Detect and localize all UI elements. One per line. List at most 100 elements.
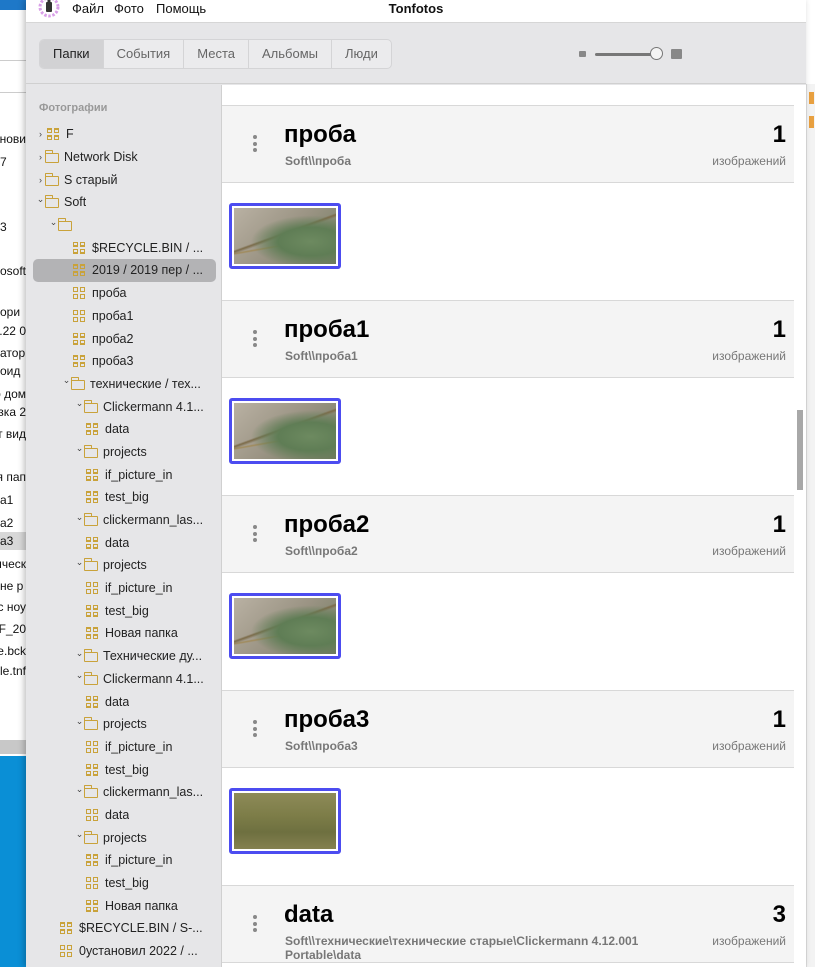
chevron-down-icon[interactable]: ⌄ <box>75 829 84 840</box>
slider-handle[interactable] <box>650 47 663 60</box>
tree-item[interactable]: data <box>33 804 216 827</box>
tree-item[interactable]: ⌄ projects <box>33 826 216 849</box>
tree-item[interactable]: if_picture_in <box>33 849 216 872</box>
app-window: Файл Фото Помощь Tonfotos Папки События … <box>26 0 806 967</box>
chevron-down-icon[interactable]: ⌄ <box>36 194 45 205</box>
tree-item[interactable]: ⌄ projects <box>33 554 216 577</box>
tree-item[interactable]: test_big <box>33 486 216 509</box>
tree-item[interactable]: if_picture_in <box>33 736 216 759</box>
background-text: 7 <box>0 155 7 169</box>
tree-item[interactable]: ⌄ Clickermann 4.1... <box>33 395 216 418</box>
photo-folder-icon <box>86 536 98 549</box>
section-path: Soft\\проба3 <box>285 739 358 753</box>
scrollbar-thumb[interactable] <box>797 410 803 490</box>
photo-folder-icon <box>60 922 72 935</box>
tree-item[interactable]: data <box>33 531 216 554</box>
tree-item[interactable]: ⌄ Технические ду... <box>33 645 216 668</box>
tree-item[interactable]: ⌄ clickermann_las... <box>33 509 216 532</box>
image-count-unit: изображений <box>712 739 786 753</box>
tab-people[interactable]: Люди <box>332 40 391 68</box>
tree-item-label: if_picture_in <box>105 739 173 754</box>
tree-item[interactable]: проба3 <box>33 350 216 373</box>
photo-thumbnail[interactable] <box>229 593 341 659</box>
chevron-down-icon[interactable]: ⌄ <box>75 716 84 727</box>
tree-item[interactable]: $RECYCLE.BIN / S-... <box>33 917 216 940</box>
photo-folder-icon <box>86 877 98 890</box>
tree-item-label: clickermann_las... <box>103 513 204 528</box>
chevron-right-icon[interactable]: › <box>36 129 45 139</box>
tree-item-label: if_picture_in <box>105 581 173 596</box>
tree-item[interactable]: ⌄ Clickermann 4.1... <box>33 668 216 691</box>
chevron-right-icon[interactable]: › <box>36 152 45 162</box>
photo-folder-icon <box>73 332 85 345</box>
tree-item[interactable]: › Network Disk <box>33 146 216 169</box>
thumbnail-size-slider[interactable] <box>595 53 655 56</box>
tree-item[interactable]: ⌄ Soft <box>33 191 216 214</box>
tree-item[interactable]: › F <box>33 123 216 146</box>
drag-handle-icon[interactable] <box>253 135 259 155</box>
tab-folders[interactable]: Папки <box>40 40 104 68</box>
chevron-down-icon[interactable]: ⌄ <box>62 375 71 386</box>
tab-events[interactable]: События <box>104 40 185 68</box>
tree-item[interactable]: проба2 <box>33 327 216 350</box>
folder-section: проба Soft\\проба 1 изображений <box>222 105 794 300</box>
tab-places[interactable]: Места <box>184 40 249 68</box>
tree-item[interactable]: ⌄ технические / тех... <box>33 373 216 396</box>
chevron-down-icon[interactable]: ⌄ <box>75 648 84 659</box>
photo-folder-icon <box>73 287 85 300</box>
tree-item[interactable]: ⌄ projects <box>33 441 216 464</box>
vertical-scrollbar[interactable] <box>795 85 805 967</box>
tree-item[interactable]: проба1 <box>33 305 216 328</box>
drag-handle-icon[interactable] <box>253 720 259 740</box>
folder-icon <box>83 513 98 527</box>
tree-item[interactable]: 2019 / 2019 пер / ... <box>33 259 216 282</box>
photo-image <box>234 403 336 459</box>
tree-item[interactable]: if_picture_in <box>33 463 216 486</box>
tab-albums[interactable]: Альбомы <box>249 40 332 68</box>
tree-item[interactable]: ⌄ <box>33 214 216 237</box>
chevron-down-icon[interactable]: ⌄ <box>49 217 58 228</box>
tree-item[interactable]: ⌄ clickermann_las... <box>33 781 216 804</box>
folder-icon <box>83 830 98 844</box>
tree-item[interactable]: › S старый <box>33 168 216 191</box>
photo-folder-icon <box>73 355 85 368</box>
chevron-down-icon[interactable]: ⌄ <box>75 443 84 454</box>
folder-icon <box>83 399 98 413</box>
tree-item[interactable]: Новая папка <box>33 894 216 917</box>
tree-item[interactable]: test_big <box>33 872 216 895</box>
chevron-down-icon[interactable]: ⌄ <box>75 784 84 795</box>
chevron-down-icon[interactable]: ⌄ <box>75 670 84 681</box>
drag-handle-icon[interactable] <box>253 330 259 350</box>
tree-item[interactable]: $RECYCLE.BIN / ... <box>33 236 216 259</box>
tree-item[interactable]: Новая папка <box>33 622 216 645</box>
drag-handle-icon[interactable] <box>253 525 259 545</box>
chevron-down-icon[interactable]: ⌄ <box>75 512 84 523</box>
drag-handle-icon[interactable] <box>253 915 259 935</box>
tree-item[interactable]: test_big <box>33 599 216 622</box>
tree-item[interactable]: if_picture_in <box>33 577 216 600</box>
section-path: Soft\\проба <box>285 154 351 168</box>
chevron-down-icon[interactable]: ⌄ <box>75 398 84 409</box>
photo-grid <box>222 768 794 885</box>
photo-folder-icon <box>86 582 98 595</box>
chevron-down-icon[interactable]: ⌄ <box>75 557 84 568</box>
photo-thumbnail[interactable] <box>229 203 341 269</box>
tree-item[interactable]: проба <box>33 282 216 305</box>
tree-item-label: projects <box>103 830 147 845</box>
tree-item[interactable]: 0установил 2022 / ... <box>33 940 216 963</box>
tree-item-label: проба2 <box>92 331 134 346</box>
tree-item[interactable]: ⌄ projects <box>33 713 216 736</box>
background-text: FF_20 <box>0 622 26 636</box>
tree-item-label: F <box>66 127 74 142</box>
tree-item[interactable]: test_big <box>33 758 216 781</box>
photo-thumbnail[interactable] <box>229 788 341 854</box>
background-titlebar <box>0 0 26 10</box>
tree-item[interactable]: data <box>33 690 216 713</box>
photo-folder-icon <box>73 309 85 322</box>
photo-thumbnail[interactable] <box>229 398 341 464</box>
photo-grid <box>222 573 794 690</box>
tree-item[interactable]: data <box>33 418 216 441</box>
chevron-right-icon[interactable]: › <box>36 175 45 185</box>
folder-section: data Soft\\технические\технические стары… <box>222 885 794 963</box>
small-image-icon <box>579 51 586 57</box>
